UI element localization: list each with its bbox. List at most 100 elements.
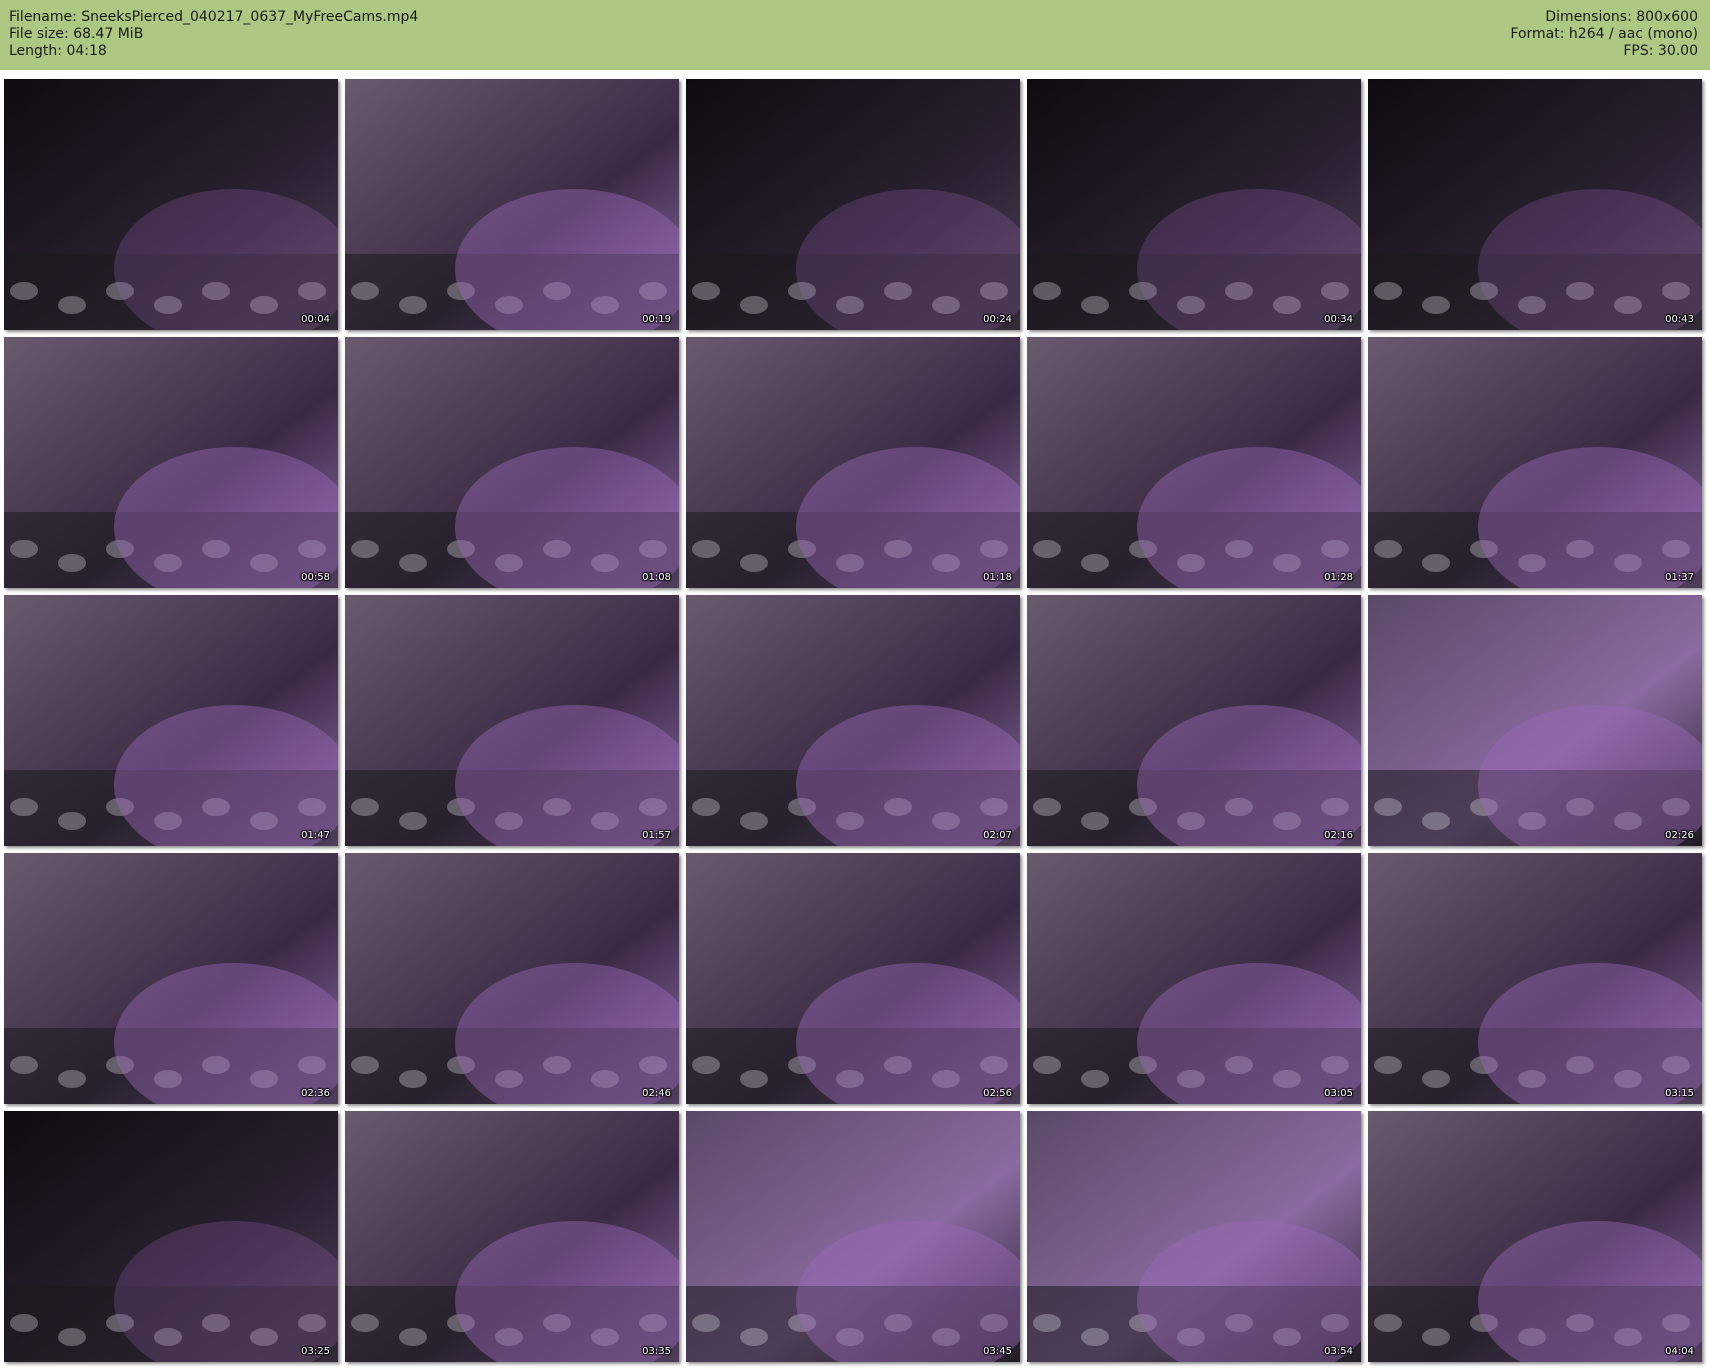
pattern-shape	[1033, 1056, 1061, 1074]
thumbnail-frame	[686, 337, 1020, 588]
pattern-shape	[399, 554, 427, 572]
thumbnail-timestamp: 00:34	[1324, 314, 1353, 325]
video-thumbnail: 02:56	[686, 853, 1020, 1104]
pattern-shape	[1033, 540, 1061, 558]
pattern-shape	[1422, 1328, 1450, 1346]
pattern-shape	[58, 1328, 86, 1346]
pattern-shape	[1422, 554, 1450, 572]
thumbnail-frame	[1368, 79, 1702, 330]
pattern-shape	[1081, 812, 1109, 830]
thumbnail-timestamp: 02:36	[301, 1088, 330, 1099]
video-thumbnail: 00:04	[4, 79, 338, 330]
video-thumbnail: 03:05	[1027, 853, 1361, 1104]
pattern-shape	[58, 1070, 86, 1088]
pattern-shape	[740, 1070, 768, 1088]
thumbnail-frame	[345, 595, 679, 846]
filename-label: Filename: SneeksPierced_040217_0637_MyFr…	[9, 9, 419, 25]
thumbnail-frame	[1368, 1111, 1702, 1362]
info-header: Filename: SneeksPierced_040217_0637_MyFr…	[0, 0, 1710, 70]
pattern-shape	[1374, 282, 1402, 300]
thumbnail-frame	[1027, 853, 1361, 1104]
video-thumbnail: 02:16	[1027, 595, 1361, 846]
pattern-shape	[1374, 798, 1402, 816]
video-thumbnail: 02:07	[686, 595, 1020, 846]
pattern-shape	[1033, 798, 1061, 816]
length-label: Length: 04:18	[9, 43, 107, 59]
thumbnail-timestamp: 00:04	[301, 314, 330, 325]
format-label: Format: h264 / aac (mono)	[1510, 26, 1698, 42]
pattern-shape	[58, 296, 86, 314]
pattern-shape	[10, 1056, 38, 1074]
file-size-label: File size: 68.47 MiB	[9, 26, 144, 42]
pattern-shape	[351, 1314, 379, 1332]
thumbnail-frame	[345, 853, 679, 1104]
fps-label: FPS: 30.00	[1623, 43, 1698, 59]
thumbnail-frame	[345, 1111, 679, 1362]
media-info: Dimensions: 800x600 Format: h264 / aac (…	[1510, 9, 1698, 60]
pattern-shape	[1374, 540, 1402, 558]
pattern-shape	[1374, 1314, 1402, 1332]
pattern-shape	[399, 1070, 427, 1088]
thumbnail-frame	[686, 1111, 1020, 1362]
thumbnail-frame	[4, 853, 338, 1104]
pattern-shape	[1033, 282, 1061, 300]
thumbnail-frame	[4, 337, 338, 588]
pattern-shape	[692, 1314, 720, 1332]
pattern-shape	[58, 554, 86, 572]
thumbnail-timestamp: 03:25	[301, 1346, 330, 1357]
pattern-shape	[740, 1328, 768, 1346]
pattern-shape	[1081, 554, 1109, 572]
video-thumbnail: 01:37	[1368, 337, 1702, 588]
pattern-shape	[399, 812, 427, 830]
pattern-shape	[399, 296, 427, 314]
thumbnail-frame	[1368, 595, 1702, 846]
thumbnail-timestamp: 00:24	[983, 314, 1012, 325]
video-thumbnail: 03:15	[1368, 853, 1702, 1104]
file-info: Filename: SneeksPierced_040217_0637_MyFr…	[9, 9, 418, 60]
thumbnail-frame	[1368, 337, 1702, 588]
pattern-shape	[740, 554, 768, 572]
video-thumbnail: 01:08	[345, 337, 679, 588]
thumbnail-frame	[1027, 337, 1361, 588]
thumbnail-timestamp: 03:45	[983, 1346, 1012, 1357]
thumbnail-frame	[686, 595, 1020, 846]
pattern-shape	[1081, 1328, 1109, 1346]
thumbnail-timestamp: 03:35	[642, 1346, 671, 1357]
pattern-shape	[1081, 1070, 1109, 1088]
thumbnail-frame	[345, 337, 679, 588]
thumbnail-frame	[1027, 79, 1361, 330]
thumbnail-frame	[1368, 853, 1702, 1104]
thumbnail-frame	[1027, 1111, 1361, 1362]
video-thumbnail: 00:58	[4, 337, 338, 588]
pattern-shape	[740, 812, 768, 830]
dimensions-label: Dimensions: 800x600	[1545, 9, 1698, 25]
thumbnail-timestamp: 01:37	[1665, 572, 1694, 583]
pattern-shape	[1033, 1314, 1061, 1332]
pattern-shape	[351, 282, 379, 300]
thumbnail-frame	[4, 595, 338, 846]
thumbnail-frame	[1027, 595, 1361, 846]
pattern-shape	[351, 540, 379, 558]
thumbnail-timestamp: 00:43	[1665, 314, 1694, 325]
video-thumbnail: 03:25	[4, 1111, 338, 1362]
thumbnail-timestamp: 03:15	[1665, 1088, 1694, 1099]
thumbnail-timestamp: 02:16	[1324, 830, 1353, 841]
thumbnail-timestamp: 00:58	[301, 572, 330, 583]
thumbnail-timestamp: 01:47	[301, 830, 330, 841]
video-thumbnail: 01:47	[4, 595, 338, 846]
pattern-shape	[692, 282, 720, 300]
pattern-shape	[1422, 812, 1450, 830]
pattern-shape	[351, 798, 379, 816]
thumbnail-timestamp: 01:08	[642, 572, 671, 583]
video-thumbnail: 01:57	[345, 595, 679, 846]
pattern-shape	[399, 1328, 427, 1346]
video-thumbnail: 04:04	[1368, 1111, 1702, 1362]
thumbnail-timestamp: 03:54	[1324, 1346, 1353, 1357]
pattern-shape	[692, 1056, 720, 1074]
pattern-shape	[740, 296, 768, 314]
pattern-shape	[58, 812, 86, 830]
thumbnail-timestamp: 00:19	[642, 314, 671, 325]
video-thumbnail: 01:18	[686, 337, 1020, 588]
thumbnail-timestamp: 02:26	[1665, 830, 1694, 841]
thumbnail-frame	[686, 79, 1020, 330]
